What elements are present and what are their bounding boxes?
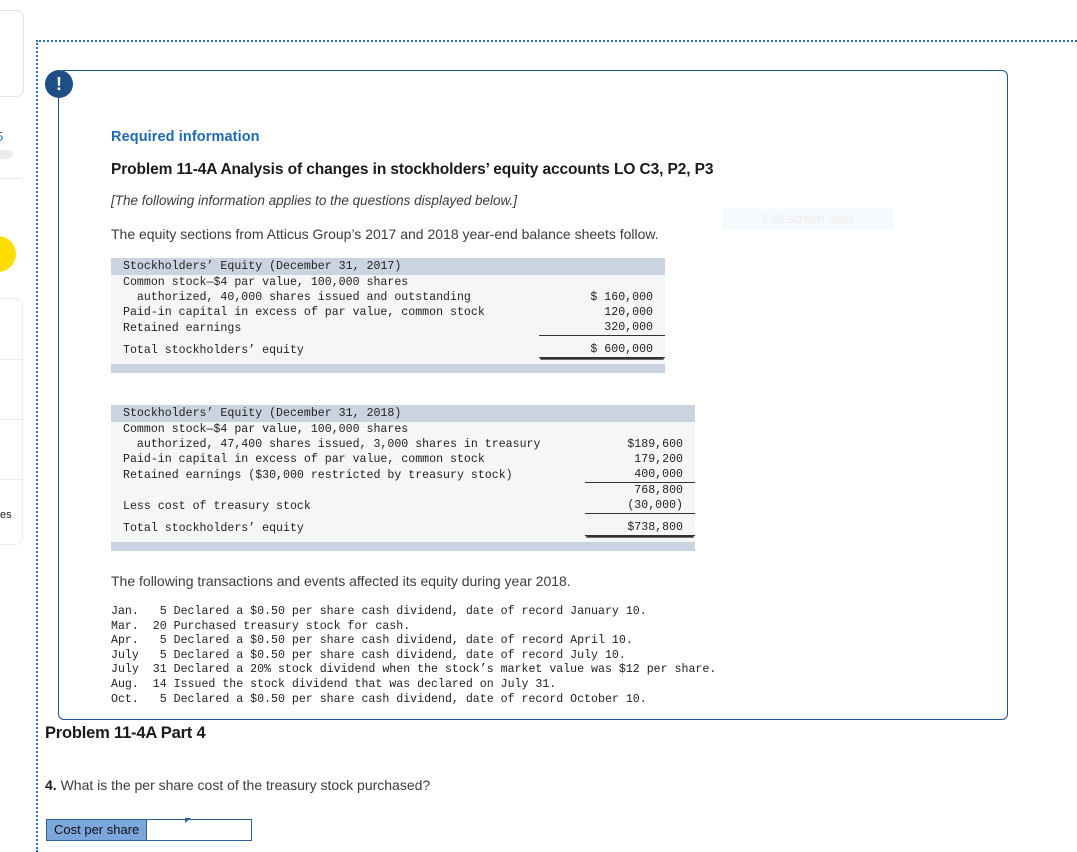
row-value: [539, 275, 665, 290]
row-value: $738,800: [585, 520, 695, 536]
table-header-2018: Stockholders’ Equity (December 31, 2018): [111, 405, 695, 422]
row-value: $189,600: [627, 438, 683, 451]
row-label: Retained earnings ($30,000 restricted by…: [123, 468, 513, 482]
list-item: Mar. 20 Purchased treasury stock for cas…: [111, 619, 411, 633]
background-pill: [0, 150, 13, 159]
text-cursor-icon: [185, 818, 191, 823]
background-card-bottom: [0, 298, 23, 545]
background-divider: [0, 178, 21, 179]
row-label: Common stock—$4 par value, 100,000 share…: [123, 423, 409, 436]
snip-watermark: Full-screen Snip: [722, 208, 894, 230]
table-row: Retained earnings ($30,000 restricted by…: [111, 467, 695, 483]
row-label: Common stock—$4 par value, 100,000 share…: [123, 276, 409, 289]
yellow-circle-icon: [0, 236, 16, 272]
question-number: 4.: [45, 777, 57, 793]
table-total-row: Total stockholders’ equity $738,800: [111, 520, 695, 536]
answer-row: Cost per share: [46, 819, 253, 841]
exclamation-icon: !: [45, 70, 73, 98]
background-left-strip: 5 es: [0, 0, 36, 852]
list-item: July 31 Declared a 20% stock dividend wh…: [111, 663, 717, 677]
background-partial-number: 5: [0, 129, 3, 144]
page-title: Problem 11-4A Analysis of changes in sto…: [111, 161, 714, 178]
table-row: authorized, 47,400 shares issued, 3,000 …: [111, 437, 695, 452]
page-content: ! Required information Problem 11-4A Ana…: [38, 42, 1077, 852]
list-item: Aug. 14 Issued the stock dividend that w…: [111, 677, 557, 691]
row-value: $ 160,000: [590, 291, 653, 304]
transactions-intro: The following transactions and events af…: [111, 573, 571, 589]
row-label: Total stockholders’ equity: [123, 521, 304, 535]
row-label: authorized, 40,000 shares issued and out…: [123, 291, 471, 304]
table-footer-bar: [111, 364, 665, 373]
table-total-row: Total stockholders’ equity $ 600,000: [111, 342, 665, 358]
row-label: authorized, 47,400 shares issued, 3,000 …: [123, 438, 541, 451]
row-value: 320,000: [539, 320, 665, 336]
list-item: Oct. 5 Declared a $0.50 per share cash d…: [111, 692, 647, 706]
row-value: (30,000): [585, 498, 695, 514]
question-body: What is the per share cost of the treasu…: [56, 777, 431, 793]
row-label: Total stockholders’ equity: [123, 343, 304, 357]
row-label: Paid-in capital in excess of par value, …: [123, 453, 485, 466]
row-label: [111, 483, 585, 499]
table-row: Common stock—$4 par value, 100,000 share…: [111, 422, 695, 437]
row-label: Less cost of treasury stock: [123, 499, 311, 513]
row-value: 179,200: [634, 453, 683, 466]
table-row: authorized, 40,000 shares issued and out…: [111, 290, 665, 305]
row-value: [585, 422, 695, 437]
question-text: 4. What is the per share cost of the tre…: [45, 777, 430, 793]
equity-table-2018-body: Stockholders’ Equity (December 31, 2018)…: [111, 405, 695, 551]
table-row: Less cost of treasury stock (30,000): [111, 498, 695, 514]
table-row: Paid-in capital in excess of par value, …: [111, 452, 695, 467]
equity-table-2018: Stockholders’ Equity (December 31, 2018)…: [111, 405, 695, 551]
list-item: July 5 Declared a $0.50 per share cash d…: [111, 648, 626, 662]
table-row: Common stock—$4 par value, 100,000 share…: [111, 275, 665, 290]
list-item: Apr. 5 Declared a $0.50 per share cash d…: [111, 634, 633, 648]
row-value: 768,800: [634, 484, 683, 497]
applies-note: [The following information applies to th…: [111, 193, 517, 208]
table-footer-bar: [111, 542, 695, 551]
equity-table-2017: Stockholders’ Equity (December 31, 2017)…: [111, 258, 665, 373]
row-value: 120,000: [604, 306, 653, 319]
table-header-2017: Stockholders’ Equity (December 31, 2017): [111, 258, 665, 275]
table-header-row: Stockholders’ Equity (December 31, 2017): [111, 258, 665, 275]
list-item: Jan. 5 Declared a $0.50 per share cash d…: [111, 605, 647, 618]
table-row: Paid-in capital in excess of par value, …: [111, 305, 665, 320]
background-partial-text: es: [0, 509, 12, 521]
cost-per-share-input[interactable]: [147, 819, 253, 841]
table-subtotal-row: 768,800: [111, 483, 695, 499]
row-label: Paid-in capital in excess of par value, …: [123, 306, 485, 319]
equity-table-2017-body: Stockholders’ Equity (December 31, 2017)…: [111, 258, 665, 373]
table-row: Retained earnings 320,000: [111, 320, 665, 336]
part-title: Problem 11-4A Part 4: [45, 724, 206, 742]
row-value: $ 600,000: [539, 342, 665, 358]
background-card-top: [0, 10, 24, 97]
transactions-list: Jan. 5 Declared a $0.50 per share cash d…: [111, 605, 991, 707]
required-information-label: Required information: [111, 129, 260, 145]
required-information-callout: Required information Problem 11-4A Analy…: [58, 70, 1008, 720]
table-header-row: Stockholders’ Equity (December 31, 2018): [111, 405, 695, 422]
row-label: Retained earnings: [123, 321, 242, 335]
row-value: 400,000: [585, 467, 695, 483]
cost-per-share-label: Cost per share: [46, 819, 148, 841]
